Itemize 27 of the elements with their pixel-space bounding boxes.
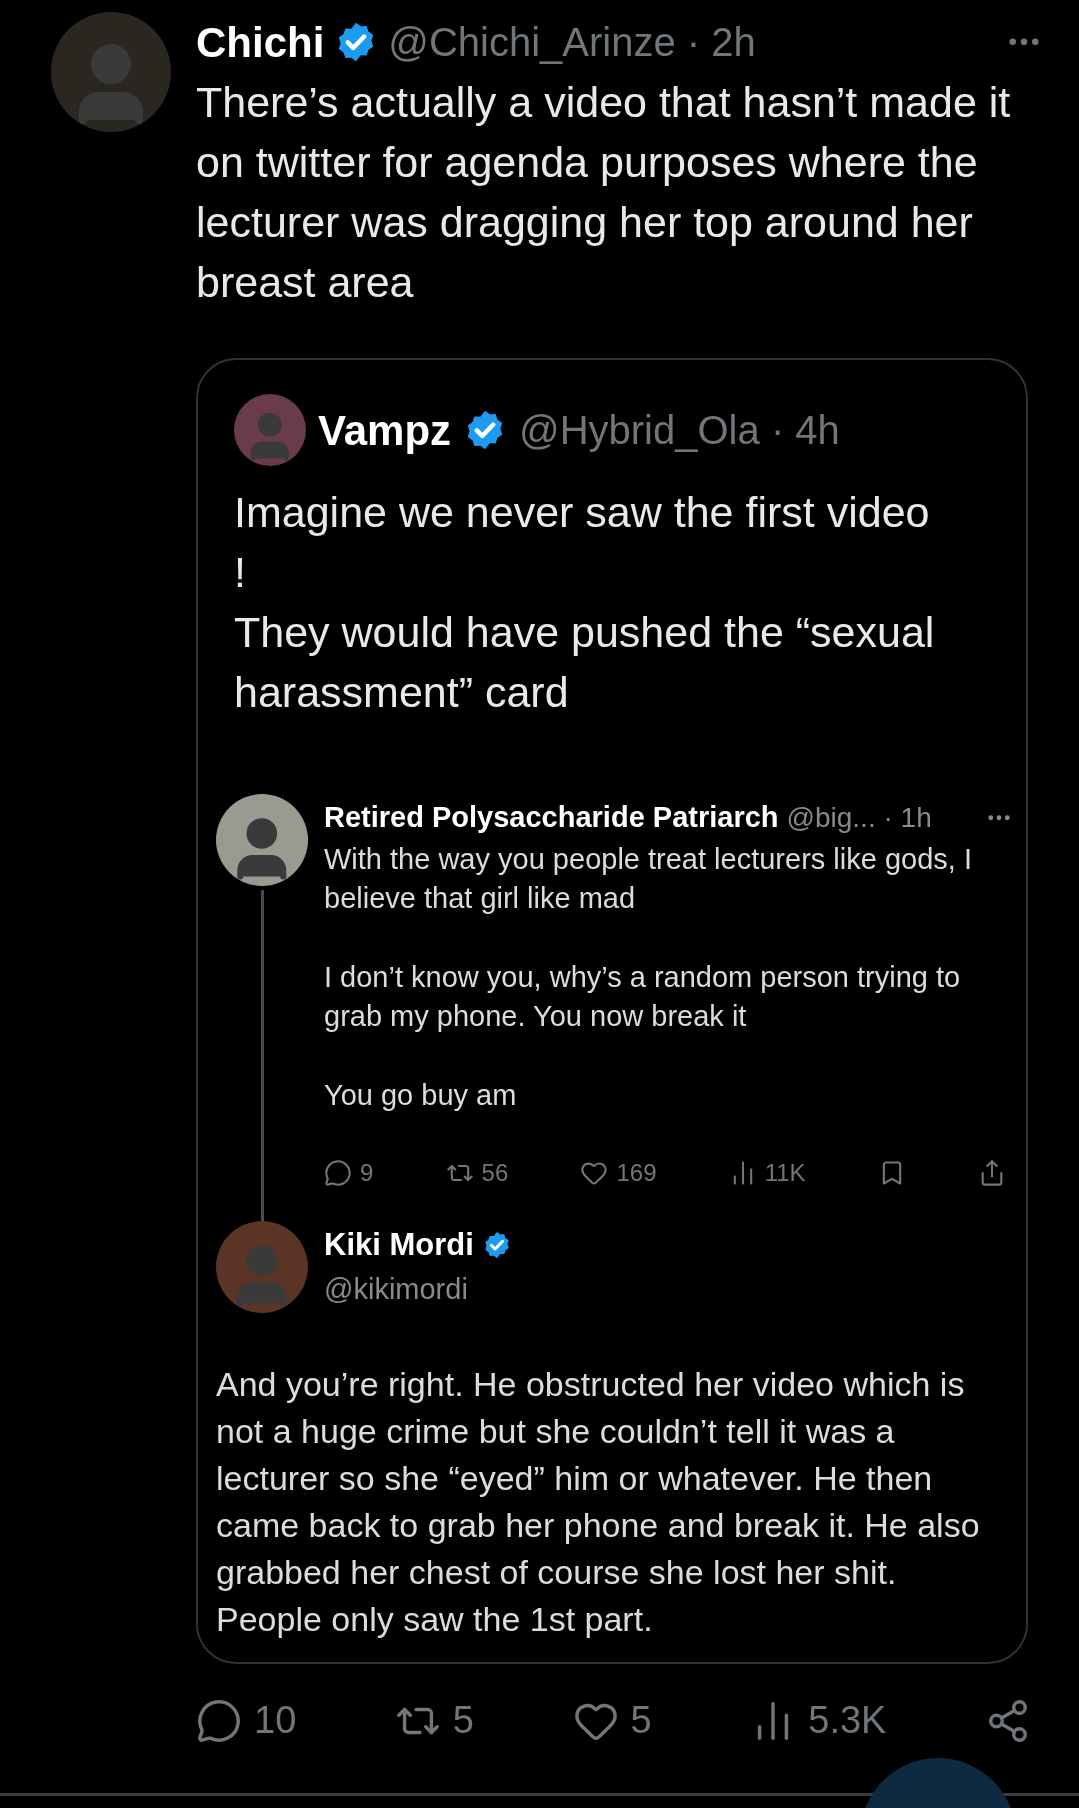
reply-button[interactable]: 10: [196, 1692, 297, 1749]
reply-button[interactable]: 9: [324, 1154, 374, 1191]
views-button[interactable]: 11K: [728, 1154, 806, 1191]
author-handle: @Chichi_Arinze · 2h: [388, 19, 756, 66]
reply-text: I don’t know you, why’s a random person trying to grab my phone. You now break it: [324, 959, 962, 1034]
retweet-button[interactable]: 56: [445, 1154, 509, 1191]
reply-icon: [196, 1697, 242, 1744]
reply-author-handle: @kikimordi: [324, 1273, 468, 1305]
views-button[interactable]: 5.3K: [750, 1692, 887, 1749]
like-button[interactable]: 169: [580, 1154, 657, 1191]
reply-text: With the way you people treat lecturers like gods, I believe that girl like mad: [324, 841, 973, 916]
reply-author-name: Kiki Mordi: [324, 1225, 474, 1264]
author-handle: @Hybrid_Ola · 4h: [519, 407, 840, 454]
tweet-text: There’s actually a video that hasn’t made it on twitter for agenda purposes where the lecturer was dragging her top around her breast area: [196, 77, 1012, 308]
more-icon[interactable]: [1009, 38, 1039, 46]
author-name[interactable]: Chichi: [196, 10, 325, 74]
quoted-tweet-text: Imagine we never saw the first video ! They would have pushed the “sexual harassment” card: [233, 487, 936, 718]
reply-icon: [324, 1158, 352, 1187]
quoted-tweet-card[interactable]: [196, 358, 1028, 1664]
reply-author-handle: @big... · 1h: [786, 800, 932, 835]
reply-text: And you’re right. He obstructed her video which is not a huge crime but she couldn’t tell it was a lecturer so she “eyed” him or whatever. He then came back to grab her phone and break it. He also grabbed her chest of course she lost her shit. People only saw the 1st part.: [216, 1363, 981, 1640]
retweet-button[interactable]: 5: [394, 1692, 474, 1749]
more-icon: [988, 815, 1010, 821]
reply-text: You go buy am: [324, 1077, 518, 1113]
like-button[interactable]: 5: [572, 1692, 652, 1749]
reply-author-name: Retired Polysaccharide Patriarch: [324, 800, 779, 835]
author-name[interactable]: Vampz: [318, 398, 452, 462]
